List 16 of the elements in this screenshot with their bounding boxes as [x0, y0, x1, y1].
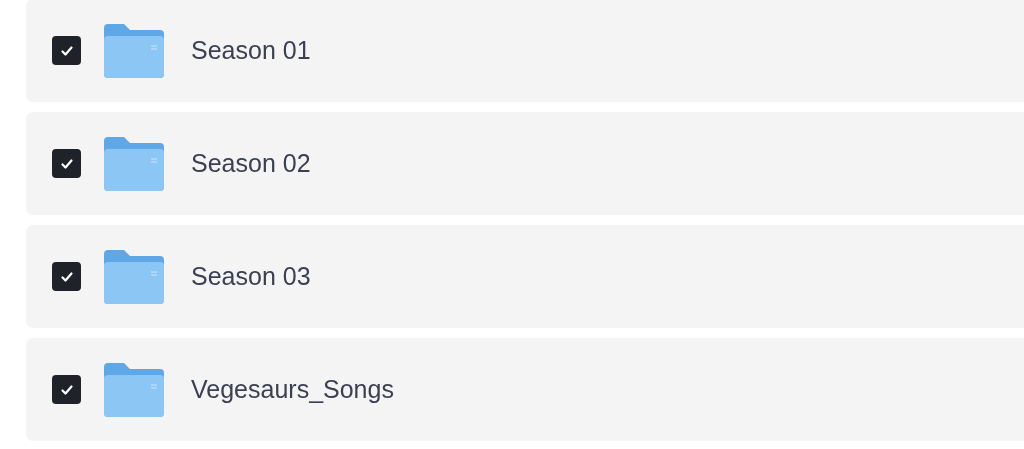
- folder-icon: [102, 21, 166, 80]
- folder-name: Vegesaurs_Songs: [191, 375, 394, 404]
- folder-row[interactable]: Season 01: [26, 0, 1024, 102]
- folder-icon: [102, 247, 166, 306]
- folder-row[interactable]: Vegesaurs_Songs: [26, 338, 1024, 441]
- folder-row[interactable]: Season 02: [26, 112, 1024, 215]
- checkbox[interactable]: [52, 36, 81, 65]
- checkbox[interactable]: [52, 262, 81, 291]
- folder-icon: [102, 360, 166, 419]
- folder-name: Season 02: [191, 149, 311, 178]
- folder-name: Season 03: [191, 262, 311, 291]
- folder-icon: [102, 134, 166, 193]
- checkbox[interactable]: [52, 375, 81, 404]
- folder-row[interactable]: Season 03: [26, 225, 1024, 328]
- folder-name: Season 01: [191, 36, 311, 65]
- checkbox[interactable]: [52, 149, 81, 178]
